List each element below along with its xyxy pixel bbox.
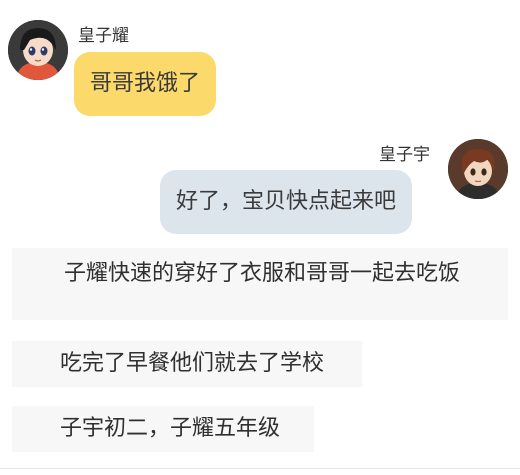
narration-block-2: 吃完了早餐他们就去了学校 xyxy=(12,341,362,387)
chat-bubble-left[interactable]: 哥哥我饿了 xyxy=(74,52,217,116)
narration-text-2: 吃完了早餐他们就去了学校 xyxy=(60,351,325,376)
girl-avatar-icon xyxy=(8,20,68,80)
boy-avatar-icon xyxy=(448,139,508,199)
narration-text-3: 子宇初二，子耀五年级 xyxy=(60,416,281,441)
avatar-huangziyu[interactable] xyxy=(448,139,508,199)
narration-text-1: 子耀快速的穿好了衣服和哥哥一起去吃饭 xyxy=(64,261,461,286)
narration-block-1: 子耀快速的穿好了衣服和哥哥一起去吃饭 xyxy=(12,248,508,320)
speaker-name-left: 皇子耀 xyxy=(78,26,129,46)
chat-bubble-right-text: 好了，宝贝快点起来吧 xyxy=(176,189,397,214)
narration-block-3: 子宇初二，子耀五年级 xyxy=(12,406,314,452)
chat-bubble-right[interactable]: 好了，宝贝快点起来吧 xyxy=(160,170,413,234)
divider xyxy=(0,468,520,469)
chat-bubble-left-text: 哥哥我饿了 xyxy=(90,71,201,96)
speaker-name-right: 皇子宇 xyxy=(379,145,430,165)
avatar-huangziyao[interactable] xyxy=(8,20,68,80)
